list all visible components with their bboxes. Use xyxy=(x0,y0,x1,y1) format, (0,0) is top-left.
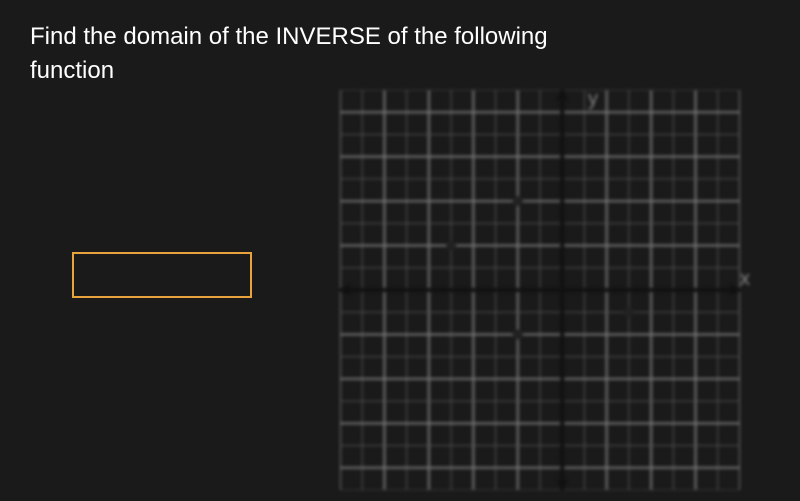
answer-input[interactable] xyxy=(72,252,252,298)
data-point xyxy=(513,329,523,339)
graph-container: y x xyxy=(340,90,760,490)
question-text: Find the domain of the INVERSE of the fo… xyxy=(30,20,630,87)
x-axis-label: x xyxy=(740,268,750,291)
question-container: Find the domain of the INVERSE of the fo… xyxy=(0,0,800,501)
data-point xyxy=(624,307,634,317)
coordinate-grid xyxy=(340,90,740,490)
data-point xyxy=(446,241,456,251)
data-point xyxy=(513,196,523,206)
